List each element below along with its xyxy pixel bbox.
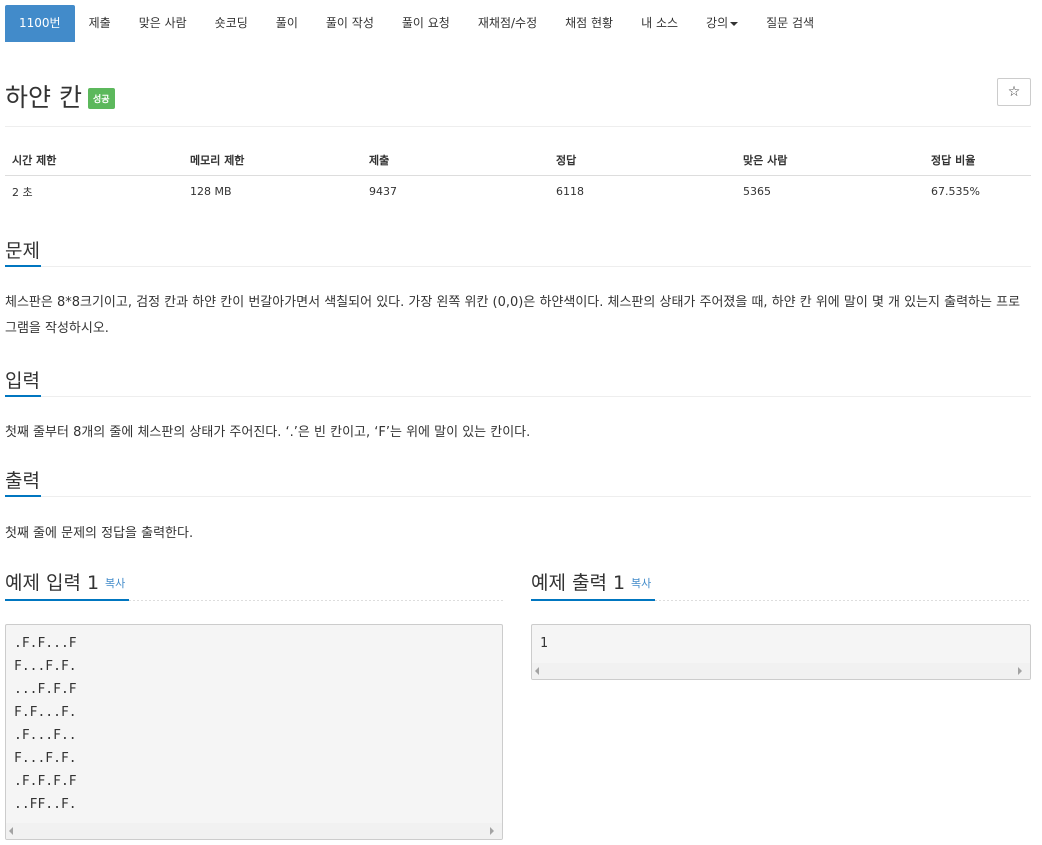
scroll-left-icon[interactable]	[9, 827, 13, 835]
code-line: F...F.F.	[14, 751, 77, 766]
copy-sample-input-button[interactable]: 복사	[105, 575, 125, 591]
divider	[5, 496, 1031, 497]
heading-underline	[5, 599, 129, 601]
caret-down-icon	[730, 21, 739, 26]
problem-heading-label: 문제	[5, 240, 40, 262]
problem-info-table: 시간 제한 메모리 제한 제출 정답 맞은 사람 정답 비율 2 초 128 M…	[5, 144, 1031, 207]
problem-menu-tabs: 1100번 제출 맞은 사람 숏코딩 풀이 풀이 작성 풀이 요청 재채점/수정…	[5, 5, 1037, 42]
tab-rejudge[interactable]: 재채점/수정	[464, 5, 551, 42]
scroll-right-icon[interactable]	[1018, 667, 1022, 675]
output-description: 첫째 줄에 문제의 정답을 출력한다.	[5, 526, 194, 541]
code-line: ..FF..F.	[14, 797, 77, 812]
table-row: 2 초 128 MB 9437 6118 5365 67.535%	[5, 176, 1031, 208]
sample-input-code[interactable]: .F.F...F F...F.F. ...F.F.F F.F...F. .F..…	[5, 624, 503, 840]
sample-output-label: 예제 출력 1	[531, 572, 626, 594]
heading-underline	[5, 395, 41, 397]
copy-sample-output-button[interactable]: 복사	[631, 575, 651, 591]
sample-input-heading: 예제 입력 1 복사	[5, 566, 503, 602]
code-line: F...F.F.	[14, 659, 77, 674]
input-heading-label: 입력	[5, 370, 40, 392]
value-time-limit: 2 초	[12, 185, 33, 199]
heading-underline	[5, 495, 41, 497]
horizontal-scrollbar[interactable]	[6, 823, 502, 839]
title-divider	[5, 126, 1031, 127]
sample-input-panel: 예제 입력 1 복사 .F.F...F F...F.F. ...F.F.F F.…	[5, 566, 503, 840]
favorite-star-button[interactable]: ☆	[997, 78, 1031, 106]
tab-question-search[interactable]: 질문 검색	[752, 5, 828, 42]
code-line: ...F.F.F	[14, 682, 77, 697]
tab-lectures-dropdown[interactable]: 강의	[692, 5, 752, 42]
header-accepted-users: 맞은 사람	[736, 144, 924, 176]
sample-output-panel: 예제 출력 1 복사 1	[531, 566, 1031, 680]
problem-title-row: 하얀 칸 성공 ☆	[5, 76, 1031, 116]
code-line: .F...F..	[14, 728, 77, 743]
input-description: 첫째 줄부터 8개의 줄에 체스판의 상태가 주어진다. ‘.’은 빈 칸이고,…	[5, 425, 531, 440]
heading-underline	[5, 265, 41, 267]
sample-output-code[interactable]: 1	[531, 624, 1031, 680]
sample-input-label: 예제 입력 1	[5, 572, 100, 594]
scroll-right-icon[interactable]	[490, 827, 494, 835]
header-memory-limit: 메모리 제한	[183, 144, 362, 176]
tab-lectures-label: 강의	[706, 16, 729, 30]
tab-request-solution[interactable]: 풀이 요청	[388, 5, 464, 42]
value-accepted-users: 5365	[743, 185, 771, 198]
tab-write-solution[interactable]: 풀이 작성	[312, 5, 388, 42]
tab-submit[interactable]: 제출	[75, 5, 125, 42]
input-section-heading: 입력	[5, 366, 1031, 397]
table-header-row: 시간 제한 메모리 제한 제출 정답 맞은 사람 정답 비율	[5, 144, 1031, 176]
value-memory-limit: 128 MB	[190, 185, 232, 198]
tab-accepted-users[interactable]: 맞은 사람	[125, 5, 201, 42]
value-accepted: 6118	[556, 185, 584, 198]
star-icon: ☆	[1007, 84, 1021, 100]
tab-short-coding[interactable]: 숏코딩	[201, 5, 262, 42]
tab-solutions[interactable]: 풀이	[262, 5, 312, 42]
output-section-heading: 출력	[5, 466, 1031, 497]
code-line: .F.F...F	[14, 636, 77, 651]
value-accept-ratio: 67.535%	[931, 185, 980, 198]
header-accept-ratio: 정답 비율	[924, 144, 1031, 176]
value-submissions: 9437	[369, 185, 397, 198]
sample-output-heading: 예제 출력 1 복사	[531, 566, 1031, 602]
code-line: 1	[540, 636, 548, 651]
code-line: .F.F.F.F	[14, 774, 77, 789]
header-time-limit: 시간 제한	[5, 144, 183, 176]
divider	[5, 266, 1031, 267]
problem-section-heading: 문제	[5, 236, 1031, 267]
header-submissions: 제출	[362, 144, 549, 176]
tab-problem-number[interactable]: 1100번	[5, 5, 75, 42]
tab-my-source[interactable]: 내 소스	[627, 5, 692, 42]
page-title: 하얀 칸	[5, 83, 82, 112]
header-accepted: 정답	[549, 144, 736, 176]
divider	[5, 396, 1031, 397]
tab-judge-status[interactable]: 채점 현황	[551, 5, 627, 42]
code-line: F.F...F.	[14, 705, 77, 720]
output-heading-label: 출력	[5, 470, 40, 492]
scroll-left-icon[interactable]	[535, 667, 539, 675]
problem-description: 체스판은 8*8크기이고, 검정 칸과 하얀 칸이 번갈아가면서 색칠되어 있다…	[5, 295, 1021, 336]
heading-underline	[531, 599, 655, 601]
status-badge: 성공	[88, 88, 115, 109]
horizontal-scrollbar[interactable]	[532, 663, 1030, 679]
